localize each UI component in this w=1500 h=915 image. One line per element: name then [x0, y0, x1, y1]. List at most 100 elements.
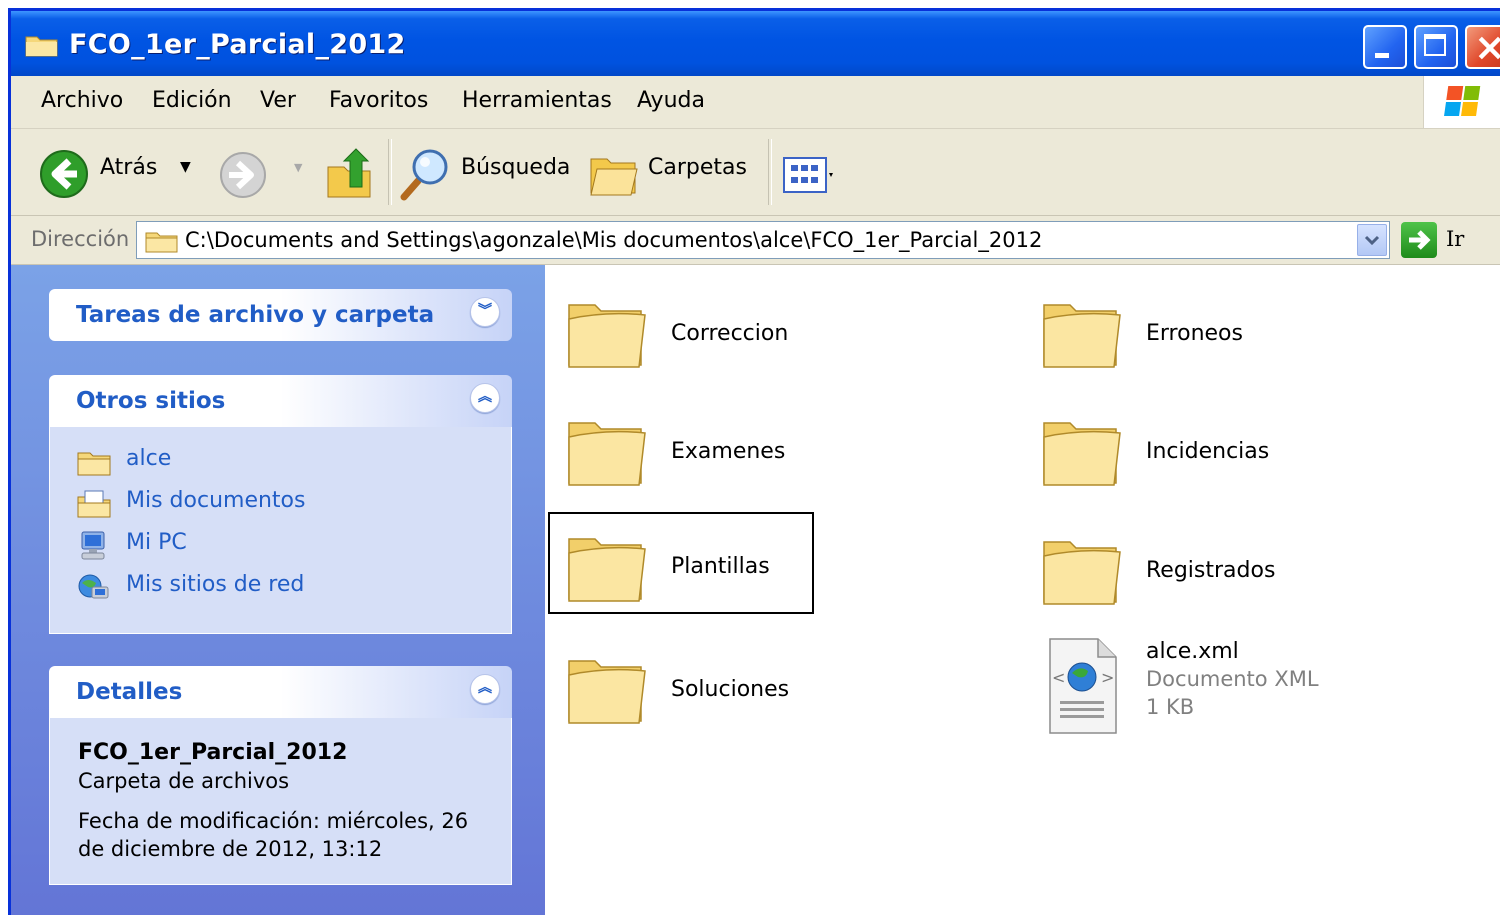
- details-modified: Fecha de modificación: miércoles, 26 de …: [78, 809, 469, 861]
- file-tasks-panel: Tareas de archivo y carpeta ︾: [49, 289, 512, 341]
- item-type: Documento XML: [1146, 667, 1319, 691]
- windows-flag-icon: [1444, 86, 1482, 118]
- folder-icon: [1043, 304, 1121, 368]
- link-mis-documentos[interactable]: Mis documentos: [76, 487, 476, 521]
- svg-text:>: >: [1101, 668, 1114, 687]
- xml-document-icon: < >: [1049, 638, 1117, 734]
- views-icon[interactable]: [783, 157, 837, 193]
- chevron-down-icon[interactable]: ︾: [470, 297, 500, 327]
- address-label: Dirección: [31, 227, 130, 251]
- panel-title: Detalles: [76, 679, 183, 705]
- folder-icon: [77, 452, 111, 476]
- link-label: Mi PC: [126, 530, 187, 555]
- standard-toolbar: Atrás ▼ ▼ Búsqueda Carpetas: [11, 129, 1500, 216]
- link-label: Mis documentos: [126, 488, 306, 513]
- item-name: Registrados: [1146, 558, 1276, 583]
- folders-icon[interactable]: [589, 153, 641, 197]
- folder-item[interactable]: Soluciones: [551, 639, 811, 735]
- folder-icon: [25, 36, 58, 57]
- forward-arrow-icon[interactable]: [219, 151, 267, 199]
- item-name: Plantillas: [671, 554, 770, 579]
- details-header[interactable]: Detalles ︽: [49, 666, 512, 718]
- item-name: Incidencias: [1146, 439, 1270, 464]
- link-mis-sitios-de-red[interactable]: Mis sitios de red: [76, 571, 476, 605]
- link-label: Mis sitios de red: [126, 572, 305, 597]
- maximize-button[interactable]: [1414, 25, 1458, 69]
- svg-text:<: <: [1052, 668, 1065, 687]
- chevron-up-icon[interactable]: ︽: [470, 674, 500, 704]
- go-label[interactable]: Ir: [1446, 227, 1464, 251]
- my-computer-icon: [81, 531, 105, 560]
- details-body: FCO_1er_Parcial_2012 Carpeta de archivos…: [49, 718, 512, 885]
- minimize-button[interactable]: [1363, 25, 1407, 69]
- address-path: C:\Documents and Settings\agonzale\Mis d…: [185, 228, 1043, 252]
- forward-dropdown-icon[interactable]: ▼: [294, 161, 302, 174]
- file-list: Correccion Erroneos Examenes Incidencias: [545, 265, 1500, 915]
- address-dropdown-button[interactable]: [1357, 224, 1387, 256]
- item-name: Soluciones: [671, 677, 790, 702]
- details-type: Carpeta de archivos: [78, 769, 290, 793]
- link-label: alce: [126, 446, 172, 471]
- go-button[interactable]: [1401, 222, 1437, 258]
- task-pane: Tareas de archivo y carpeta ︾ Otros siti…: [11, 265, 545, 915]
- folder-icon: [568, 422, 646, 486]
- menu-herramientas[interactable]: Herramientas: [462, 88, 612, 113]
- details-panel: Detalles ︽ FCO_1er_Parcial_2012 Carpeta …: [49, 666, 512, 885]
- menu-archivo[interactable]: Archivo: [41, 88, 123, 113]
- go-arrow-icon: [1409, 230, 1431, 250]
- other-places-header[interactable]: Otros sitios ︽: [49, 375, 512, 427]
- menu-edicion[interactable]: Edición: [152, 88, 232, 113]
- panel-title: Otros sitios: [76, 388, 226, 414]
- link-mi-pc[interactable]: Mi PC: [76, 529, 476, 563]
- back-button-label[interactable]: Atrás: [100, 155, 157, 180]
- menu-bar: Archivo Edición Ver Favoritos Herramient…: [11, 76, 1500, 129]
- folder-icon: [145, 232, 178, 253]
- folder-icon: [568, 660, 646, 724]
- item-name: Examenes: [671, 439, 786, 464]
- back-dropdown-icon[interactable]: ▼: [180, 159, 191, 175]
- toolbar-separator: [768, 139, 772, 205]
- address-bar: Dirección C:\Documents and Settings\agon…: [11, 216, 1500, 265]
- details-name: FCO_1er_Parcial_2012: [78, 740, 348, 765]
- close-button[interactable]: ×: [1465, 25, 1500, 69]
- folder-icon: [568, 304, 646, 368]
- up-folder-icon[interactable]: [324, 147, 374, 199]
- folder-icon: [1043, 422, 1121, 486]
- folder-item[interactable]: Incidencias: [1026, 401, 1286, 497]
- folder-item[interactable]: Registrados: [1026, 520, 1286, 616]
- folder-item[interactable]: Correccion: [551, 283, 811, 379]
- my-documents-icon: [77, 490, 111, 518]
- chevron-up-icon[interactable]: ︽: [470, 383, 500, 413]
- network-places-icon: [78, 574, 109, 599]
- other-places-panel: Otros sitios ︽ alce Mis documentos Mi PC…: [49, 375, 512, 634]
- back-arrow-icon[interactable]: [39, 149, 89, 199]
- folders-button-label[interactable]: Carpetas: [648, 155, 747, 180]
- file-item[interactable]: < > alce.xml Documento XML 1 KB: [1026, 631, 1326, 734]
- item-name: alce.xml: [1146, 639, 1239, 664]
- folder-icon: [568, 538, 646, 602]
- menu-ayuda[interactable]: Ayuda: [637, 88, 705, 113]
- file-tasks-header[interactable]: Tareas de archivo y carpeta ︾: [49, 289, 512, 341]
- panel-title: Tareas de archivo y carpeta: [76, 302, 435, 328]
- close-icon: ×: [1474, 25, 1500, 69]
- windows-logo: [1423, 76, 1500, 128]
- search-icon[interactable]: [400, 147, 456, 201]
- address-input[interactable]: C:\Documents and Settings\agonzale\Mis d…: [136, 221, 1390, 259]
- folder-item[interactable]: Examenes: [551, 401, 811, 497]
- menu-favoritos[interactable]: Favoritos: [329, 88, 428, 113]
- folder-icon: [1043, 541, 1121, 605]
- toolbar-separator: [388, 139, 392, 205]
- item-size: 1 KB: [1146, 695, 1195, 719]
- link-alce[interactable]: alce: [76, 445, 476, 479]
- folder-item-selected[interactable]: Plantillas: [548, 512, 814, 614]
- item-name: Correccion: [671, 321, 789, 346]
- menu-ver[interactable]: Ver: [260, 88, 296, 113]
- search-button-label[interactable]: Búsqueda: [461, 155, 570, 180]
- title-bar[interactable]: FCO_1er_Parcial_2012 ×: [11, 11, 1500, 76]
- explorer-window: FCO_1er_Parcial_2012 × Archivo Edición V…: [8, 8, 1500, 915]
- window-title: FCO_1er_Parcial_2012: [69, 29, 406, 60]
- item-name: Erroneos: [1146, 321, 1243, 346]
- folder-item[interactable]: Erroneos: [1026, 283, 1286, 379]
- chevron-down-icon: [1364, 235, 1380, 246]
- other-places-body: alce Mis documentos Mi PC Mis sitios de …: [49, 427, 512, 634]
